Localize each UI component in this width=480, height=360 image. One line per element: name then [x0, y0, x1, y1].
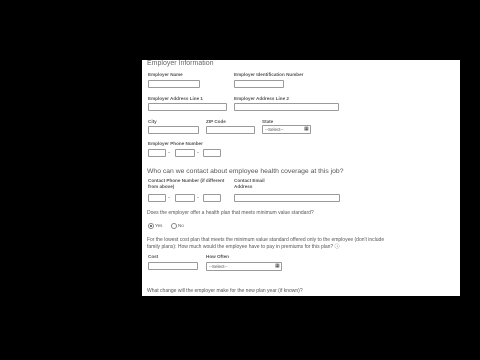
health-plan-yes-radio[interactable]: [148, 223, 154, 229]
health-plan-yes-label: Yes: [155, 223, 163, 228]
state-select[interactable]: --Select-- ▦: [262, 125, 311, 134]
dropdown-calendar-icon: ▦: [304, 126, 309, 132]
phone-dash: -: [168, 195, 170, 201]
zip-input[interactable]: [206, 126, 255, 134]
contact-phone-area-input[interactable]: [148, 194, 166, 202]
phone-prefix-input[interactable]: [175, 149, 195, 157]
dropdown-calendar-icon: ▦: [275, 263, 280, 269]
contact-question: Who can we contact about employee health…: [147, 168, 344, 175]
city-input[interactable]: [148, 126, 199, 134]
employer-id-input[interactable]: [234, 80, 284, 88]
how-often-label: How Often: [206, 254, 229, 259]
contact-phone-label: Contact Phone Number (if different from a…: [148, 178, 225, 189]
phone-area-input[interactable]: [148, 149, 166, 157]
how-often-select-value: --Select--: [209, 264, 228, 269]
lowest-plan-question: For the lowest cost plan that meets the …: [147, 237, 385, 250]
employer-id-label: Employer Identification Number: [234, 72, 304, 77]
phone-dash: -: [197, 150, 199, 156]
address2-label: Employer Address Line 2: [234, 96, 289, 101]
phone-label: Employer Phone Number: [148, 141, 203, 146]
health-plan-no-radio[interactable]: [171, 223, 177, 229]
employer-name-input[interactable]: [148, 80, 200, 88]
form-page: Employer Information Employer Name Emplo…: [142, 60, 460, 296]
state-select-value: --Select--: [265, 127, 284, 132]
employer-name-label: Employer Name: [148, 72, 183, 77]
zip-label: ZIP Code: [206, 119, 226, 124]
cost-label: Cost: [148, 254, 159, 259]
phone-dash: -: [168, 150, 170, 156]
city-label: City: [148, 119, 157, 124]
address1-input[interactable]: [148, 103, 227, 111]
phone-line-input[interactable]: [203, 149, 221, 157]
contact-email-label: Contact Email Address: [234, 178, 265, 189]
address2-input[interactable]: [234, 103, 339, 111]
contact-phone-line-input[interactable]: [203, 194, 221, 202]
health-plan-question: Does the employer offer a health plan th…: [147, 210, 314, 216]
state-label: State: [262, 119, 274, 124]
contact-email-input[interactable]: [234, 194, 340, 202]
help-circle-icon[interactable]: ⓘ: [335, 244, 340, 250]
cost-input[interactable]: [148, 262, 198, 270]
change-question: What change will the employer make for t…: [147, 288, 303, 294]
how-often-select[interactable]: --Select-- ▦: [206, 262, 282, 271]
contact-phone-prefix-input[interactable]: [175, 194, 195, 202]
phone-dash: -: [197, 195, 199, 201]
health-plan-no-label: No: [178, 223, 184, 228]
section-title: Employer Information: [147, 60, 214, 67]
address1-label: Employer Address Line 1: [148, 96, 203, 101]
